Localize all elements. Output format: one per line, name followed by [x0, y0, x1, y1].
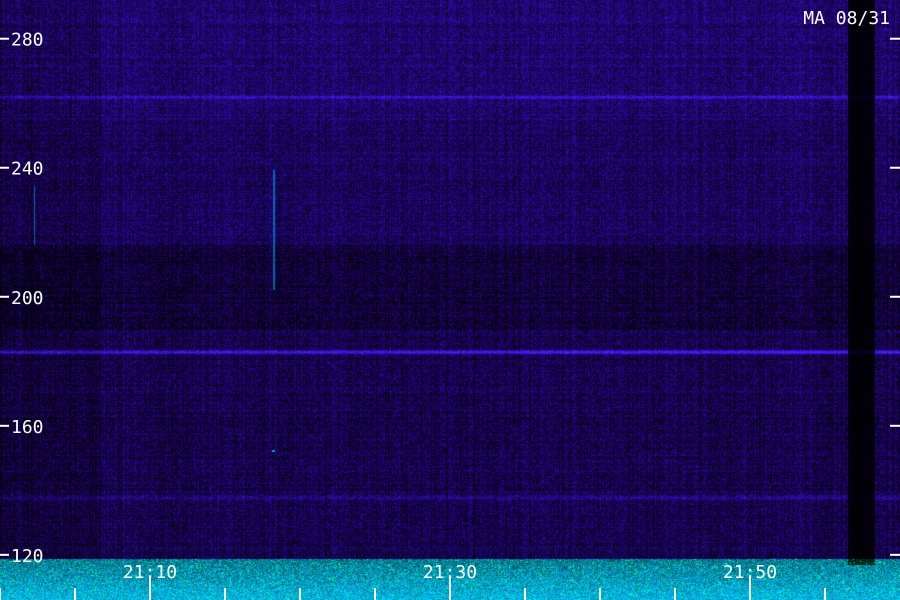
y-axis-labels: 280 240 200 160 120 [11, 30, 44, 567]
x-axis-labels: 21:10 21:30 21:50 [123, 562, 777, 583]
y-axis-ticks-right [890, 37, 900, 556]
x-tick-label: 21:30 [423, 562, 477, 583]
chart-overlay: 280 240 200 160 120 21:10 21:30 21:50 MA 08/31 [0, 8, 900, 600]
y-axis-ticks-left [0, 37, 9, 556]
station-date-label: MA 08/31 [803, 8, 890, 29]
x-tick-label: 21:10 [123, 562, 177, 583]
y-tick-label: 200 [11, 288, 44, 309]
y-tick-label: 120 [11, 546, 44, 567]
y-tick-label: 280 [11, 30, 44, 51]
y-tick-label: 160 [11, 417, 44, 438]
y-tick-label: 240 [11, 159, 44, 180]
x-tick-label: 21:50 [723, 562, 777, 583]
